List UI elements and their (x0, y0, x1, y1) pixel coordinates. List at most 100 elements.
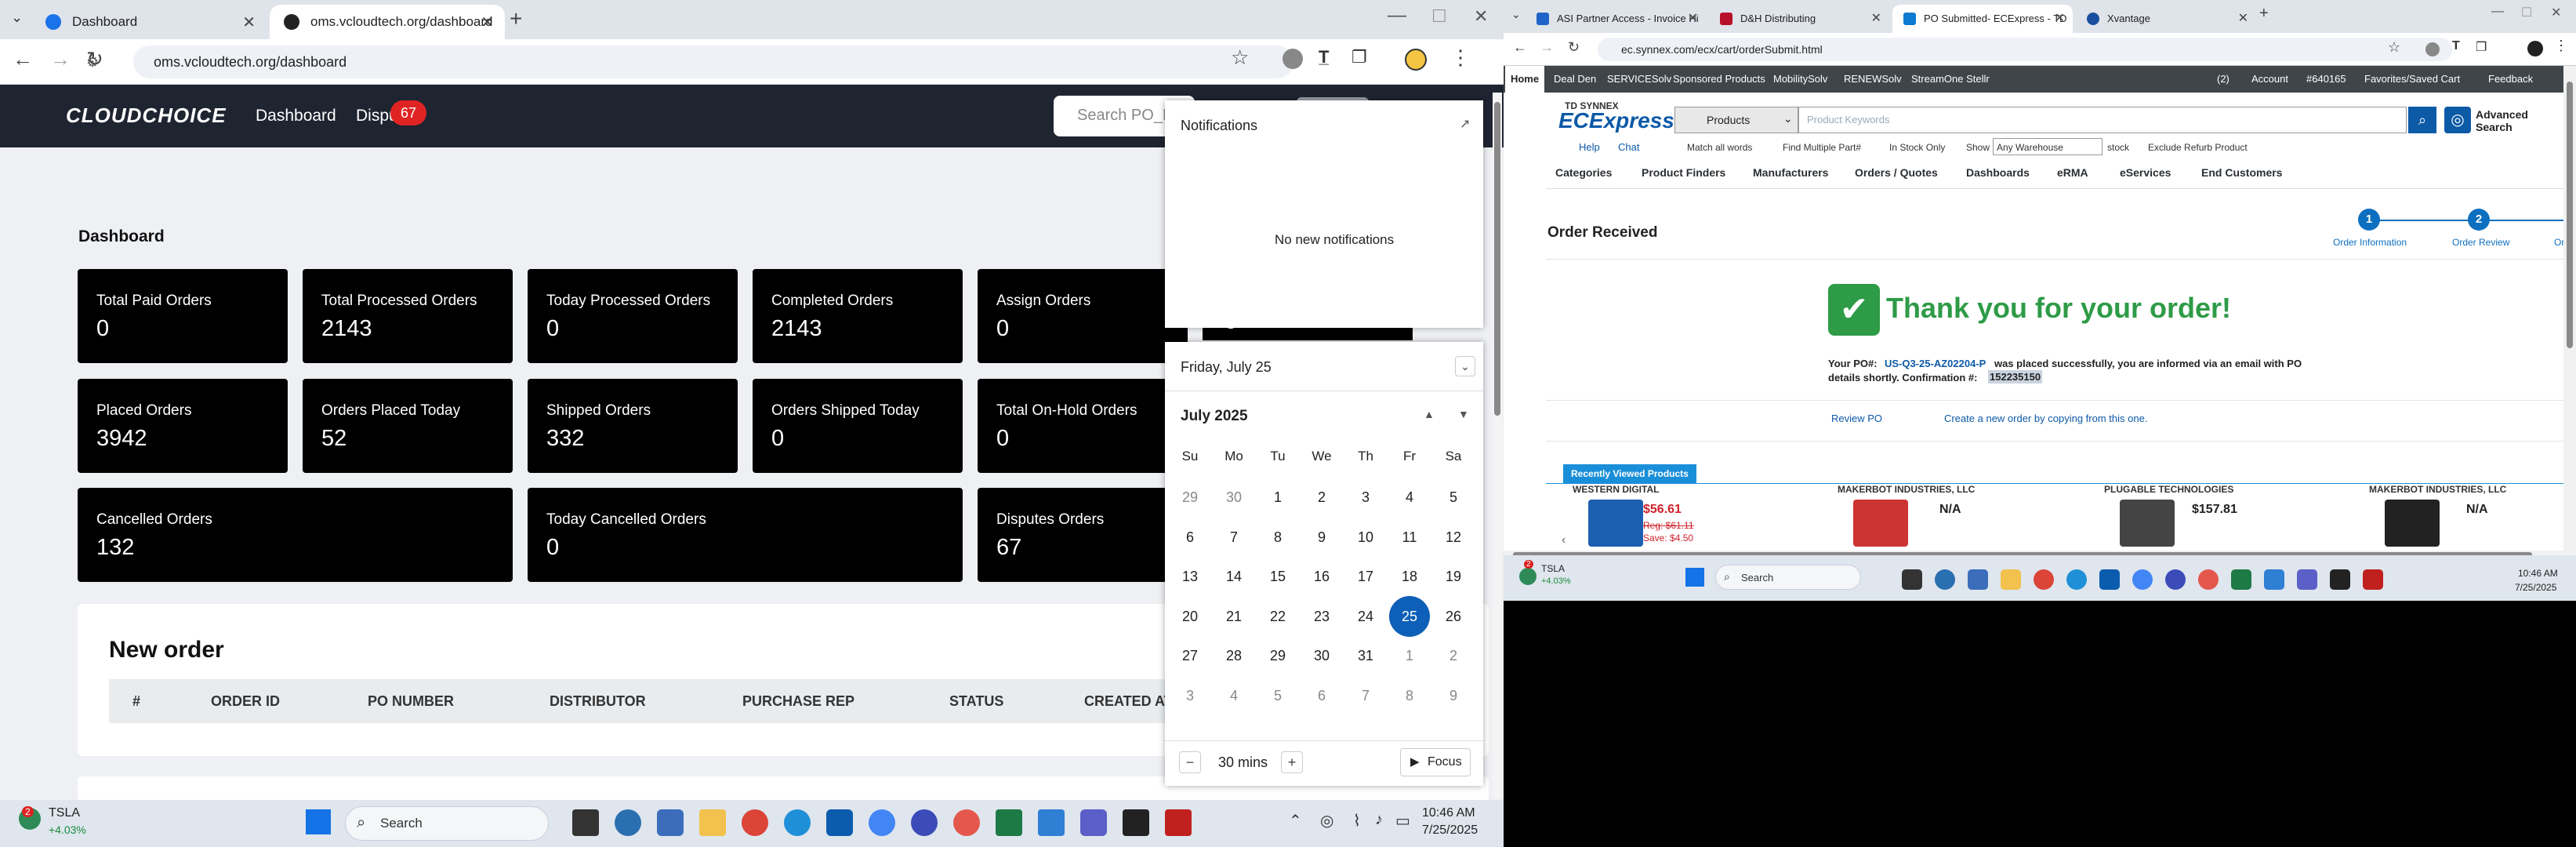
app-icon-4[interactable] (1123, 809, 1149, 836)
nav-deal-den[interactable]: Deal Den (1554, 73, 1596, 85)
calendar-day[interactable]: 19 (1433, 556, 1474, 597)
stock-symbol[interactable]: TSLA (49, 806, 80, 820)
close-tab-icon[interactable]: ✕ (1688, 5, 1698, 33)
product-image[interactable] (1588, 500, 1643, 547)
calendar-day[interactable]: 29 (1170, 477, 1210, 518)
nav-dashboard[interactable]: Dashboard (256, 107, 336, 125)
task-view-icon[interactable] (572, 809, 599, 836)
extension-icon[interactable] (2425, 42, 2440, 56)
tab-list-chevron-icon[interactable]: ⌄ (1511, 8, 1521, 21)
chrome-icon-2[interactable] (2198, 569, 2219, 590)
maximize-icon[interactable]: ☐ (1431, 6, 1447, 27)
col-header-created-at[interactable]: CREATED AT (1084, 693, 1173, 710)
nav-account[interactable]: Account (2251, 73, 2288, 85)
menu-erma[interactable]: eRMA (2057, 166, 2088, 179)
menu-product-finders[interactable]: Product Finders (1642, 166, 1725, 179)
calendar-day[interactable]: 16 (1301, 556, 1342, 597)
taskbar-date[interactable]: 7/25/2025 (1422, 823, 1478, 838)
stat-card-total-paid-orders[interactable]: Total Paid Orders 0 (78, 269, 288, 363)
calendar-day[interactable]: 20 (1170, 596, 1210, 637)
close-tab-icon[interactable]: ✕ (2055, 5, 2065, 33)
calendar-day[interactable]: 30 (1214, 477, 1254, 518)
maximize-icon[interactable]: ☐ (2521, 5, 2532, 20)
search-icon[interactable]: ⌕ (2408, 107, 2436, 133)
close-window-icon[interactable]: ✕ (1474, 6, 1488, 27)
minimize-icon[interactable]: — (2491, 5, 2504, 19)
browser-menu-icon[interactable]: ⋮ (1450, 45, 1471, 70)
tab-list-chevron-icon[interactable]: ⌄ (11, 9, 23, 26)
focus-button[interactable]: ▶ Focus (1400, 748, 1471, 776)
edge-icon[interactable] (784, 809, 811, 836)
calendar-day[interactable]: 2 (1433, 635, 1474, 676)
taskbar-date[interactable]: 7/25/2025 (2515, 582, 2556, 593)
stat-card-assign-orders[interactable]: Assign Orders 0 (978, 269, 1188, 363)
app-icon-1[interactable] (615, 809, 641, 836)
battery-icon[interactable]: ▭ (1395, 811, 1410, 831)
advanced-search-icon[interactable]: ◎ (2444, 107, 2471, 133)
close-tab-icon[interactable]: ✕ (242, 13, 256, 32)
tab-asi-partner[interactable]: ASI Partner Access - Invoice Hi ✕ (1526, 5, 1706, 33)
profile-avatar[interactable] (2527, 41, 2543, 56)
recent-product-card[interactable]: WESTERN DIGITAL $56.61 Reg: $61.11 Save:… (1573, 484, 1831, 554)
forward-icon[interactable]: → (1540, 39, 1554, 56)
site-info-icon[interactable]: ⚙ (86, 45, 99, 78)
stat-card-shipped-orders[interactable]: Shipped Orders 332 (528, 379, 738, 473)
col-header-distributor[interactable]: DISTRIBUTOR (550, 693, 646, 710)
file-explorer-icon[interactable] (699, 809, 726, 836)
calendar-day[interactable]: 2 (1301, 477, 1342, 518)
teams-icon[interactable] (2297, 569, 2317, 590)
col-header-index[interactable]: # (132, 693, 140, 710)
calendar-day[interactable]: 1 (1389, 635, 1430, 676)
windows-start-icon[interactable] (1685, 568, 1704, 587)
nav-favorites-saved-cart[interactable]: Favorites/Saved Cart (2364, 73, 2460, 85)
confirmation-number[interactable]: 152235150 (1988, 370, 2043, 384)
nav-streamone-stellr[interactable]: StreamOne Stellr (1911, 73, 1990, 85)
recently-viewed-tab[interactable]: Recently Viewed Products (1563, 464, 1696, 483)
stat-card-orders-placed-today[interactable]: Orders Placed Today 52 (303, 379, 513, 473)
carousel-prev-icon[interactable]: ‹ (1562, 533, 1566, 547)
decrease-focus-time-button[interactable]: − (1179, 751, 1201, 773)
product-image[interactable] (2385, 500, 2440, 547)
calendar-day[interactable]: 18 (1389, 556, 1430, 597)
calendar-day[interactable]: 14 (1214, 556, 1254, 597)
calendar-day[interactable]: 25 (1389, 595, 1430, 637)
windows-start-icon[interactable] (306, 809, 331, 834)
col-header-status[interactable]: STATUS (949, 693, 1003, 710)
taskbar-search-box[interactable]: ⌕ Search (345, 806, 549, 841)
previous-month-icon[interactable]: ▲ (1424, 408, 1435, 420)
menu-categories[interactable]: Categories (1555, 166, 1612, 179)
edge-icon[interactable] (2066, 569, 2087, 590)
calendar-day[interactable]: 28 (1214, 635, 1254, 676)
calendar-day[interactable]: 29 (1257, 635, 1298, 676)
nav-feedback[interactable]: Feedback (2488, 73, 2533, 85)
volume-icon[interactable]: ♪ (1375, 811, 1383, 829)
taskbar-time[interactable]: 10:46 AM (2518, 568, 2558, 579)
menu-manufacturers[interactable]: Manufacturers (1753, 166, 1828, 179)
nav-mobilitysolv[interactable]: MobilitySolv (1773, 73, 1827, 85)
calendar-day[interactable]: 9 (1433, 675, 1474, 716)
calendar-day[interactable]: 9 (1301, 517, 1342, 558)
calendar-day[interactable]: 5 (1433, 477, 1474, 518)
app-icon-4[interactable] (2330, 569, 2350, 590)
tab-oms-dashboard[interactable]: oms.vcloudtech.org/dashboard ✕ (270, 5, 505, 39)
col-header-purchase-rep[interactable]: PURCHASE REP (742, 693, 854, 710)
calendar-day[interactable]: 24 (1345, 596, 1386, 637)
calendar-day[interactable]: 1 (1257, 477, 1298, 518)
excel-icon[interactable] (2231, 569, 2251, 590)
recent-product-card[interactable]: PLUGABLE TECHNOLOGIES $157.81 (2104, 484, 2363, 554)
calendar-day[interactable]: 23 (1301, 596, 1342, 637)
advanced-search-link-2[interactable]: Search (2476, 121, 2513, 133)
extensions-puzzle-icon[interactable]: ❐ (2476, 39, 2487, 55)
stat-card-total-processed-orders[interactable]: Total Processed Orders 2143 (303, 269, 513, 363)
chat-link[interactable]: Chat (1618, 141, 1639, 153)
collapse-calendar-icon[interactable]: ⌄ (1455, 356, 1475, 376)
col-header-po-number[interactable]: PO NUMBER (368, 693, 454, 710)
product-image[interactable] (2120, 500, 2175, 547)
stat-card-completed-orders[interactable]: Completed Orders 2143 (753, 269, 963, 363)
calendar-day[interactable]: 5 (1257, 675, 1298, 716)
calendar-day[interactable]: 26 (1433, 596, 1474, 637)
calendar-day[interactable]: 6 (1170, 517, 1210, 558)
extension-icon[interactable] (1283, 49, 1303, 69)
outlook-icon[interactable] (2099, 569, 2120, 590)
notification-settings-icon[interactable]: ↗ (1460, 116, 1470, 132)
